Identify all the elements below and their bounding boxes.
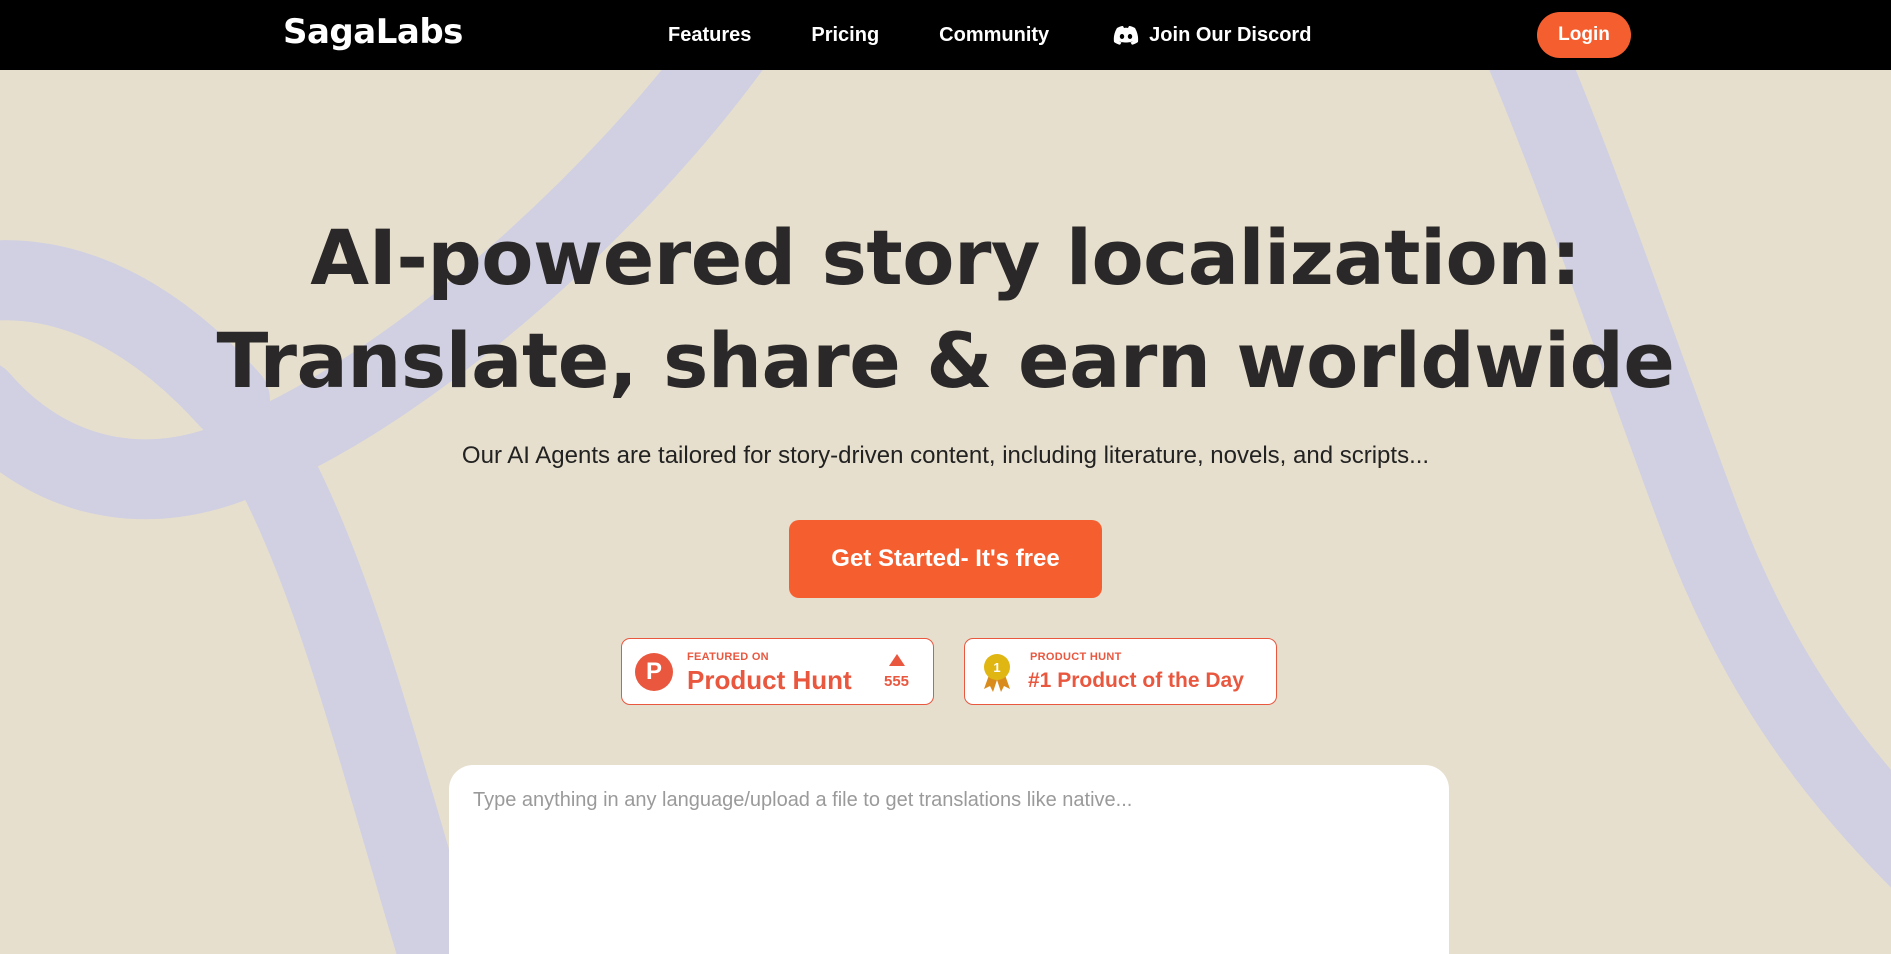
nav-link-community[interactable]: Community: [939, 24, 1049, 47]
nav-links: Features Pricing Community Join Our Disc…: [668, 0, 1311, 70]
hero-headline: AI-powered story localization: Translate…: [0, 206, 1891, 412]
badge-day-big-text: #1 Product of the Day: [1028, 669, 1244, 692]
top-navbar: SagaLabs Features Pricing Community Join…: [0, 0, 1891, 70]
brand-logo[interactable]: SagaLabs: [283, 12, 463, 52]
upvote-count: 555: [884, 673, 910, 690]
get-started-button[interactable]: Get Started- It's free: [789, 520, 1102, 598]
translation-input[interactable]: [473, 789, 1423, 949]
nav-link-discord[interactable]: Join Our Discord: [1113, 24, 1311, 47]
upvote-arrow-icon: [889, 654, 905, 666]
badge-featured-big-text: Product Hunt: [687, 665, 852, 695]
product-hunt-featured-badge[interactable]: P FEATURED ON Product Hunt 555: [621, 638, 934, 705]
badge-featured-small-text: FEATURED ON: [687, 651, 769, 663]
hero-section: AI-powered story localization: Translate…: [0, 70, 1891, 598]
discord-label: Join Our Discord: [1149, 23, 1312, 46]
nav-link-pricing[interactable]: Pricing: [811, 24, 879, 47]
headline-line-2: Translate, share & earn worldwide: [216, 316, 1675, 405]
medal-icon: 1: [984, 654, 1010, 692]
headline-line-1: AI-powered story localization:: [310, 213, 1581, 302]
nav-link-features[interactable]: Features: [668, 24, 751, 47]
translation-input-card: [449, 765, 1449, 954]
product-hunt-logo: P: [635, 653, 673, 691]
medal-rank: 1: [993, 660, 1000, 675]
product-of-the-day-badge[interactable]: 1 PRODUCT HUNT #1 Product of the Day: [964, 638, 1277, 705]
login-button[interactable]: Login: [1537, 12, 1631, 58]
hero-subtitle: Our AI Agents are tailored for story-dri…: [461, 442, 1430, 469]
product-hunt-badges: P FEATURED ON Product Hunt 555 1 PRODUCT…: [621, 638, 1277, 705]
discord-icon: [1114, 26, 1139, 45]
badge-day-small-text: PRODUCT HUNT: [1030, 651, 1122, 663]
